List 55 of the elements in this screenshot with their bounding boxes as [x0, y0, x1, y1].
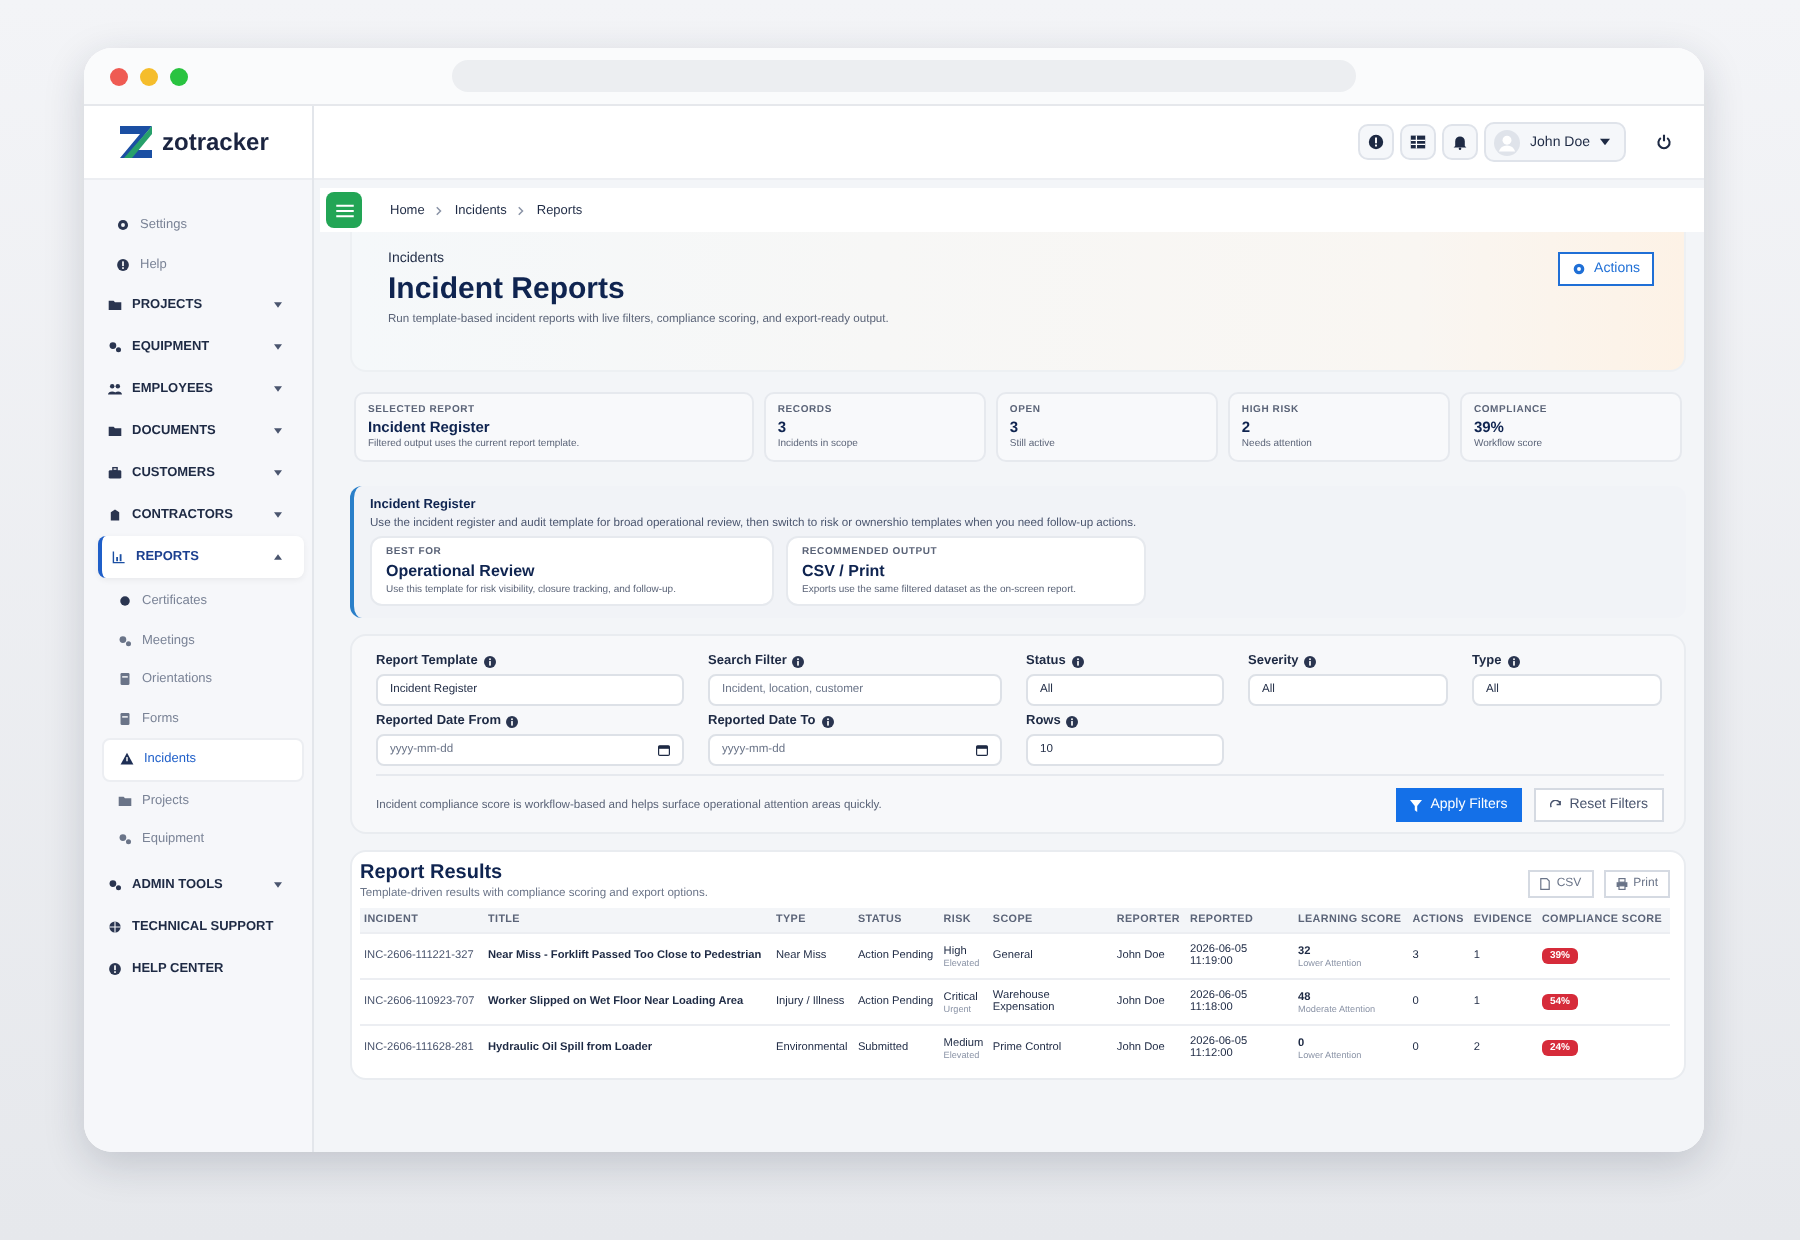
notifications-button[interactable] — [1442, 124, 1479, 160]
grid-button[interactable] — [1400, 124, 1437, 160]
caret-icon — [274, 302, 282, 308]
folder-icon — [108, 298, 122, 312]
warning-icon — [120, 752, 134, 767]
info-value: CSV / Print — [802, 562, 887, 580]
globe-icon — [108, 919, 122, 933]
calendar-icon — [658, 744, 670, 756]
page-title: Incident Reports — [388, 272, 627, 306]
avatar-icon — [1494, 129, 1521, 155]
close-dot-icon[interactable] — [110, 67, 128, 85]
caret-icon — [1600, 138, 1610, 146]
logo-icon — [118, 124, 154, 160]
folder-icon — [118, 793, 132, 808]
info-icon — [1071, 655, 1084, 667]
calendar-icon — [976, 744, 988, 756]
info-value: Operational Review — [386, 562, 537, 580]
info-icon — [792, 655, 805, 667]
info-icon — [1066, 715, 1079, 727]
chevron-icon — [436, 205, 443, 215]
file-icon — [1540, 878, 1551, 890]
doc-icon — [118, 672, 132, 687]
info-icon — [821, 715, 834, 727]
briefcase-icon — [108, 466, 122, 480]
menu-button[interactable] — [326, 192, 362, 228]
filter-icon — [1410, 799, 1423, 811]
info-icon — [506, 715, 519, 727]
caret-icon — [274, 386, 282, 392]
brand-name: zotracker — [162, 128, 269, 156]
power-button[interactable] — [1656, 134, 1672, 150]
refresh-icon — [1549, 799, 1562, 811]
results-title: Report Results — [360, 862, 505, 884]
chart-icon — [112, 550, 126, 564]
caret-icon — [274, 512, 282, 518]
caret-icon — [274, 428, 282, 434]
caret-icon — [274, 470, 282, 476]
power-icon — [1656, 134, 1672, 150]
caret-icon — [274, 344, 282, 350]
help-button[interactable] — [1358, 124, 1395, 160]
minimize-dot-icon[interactable] — [140, 67, 158, 85]
people-icon — [108, 382, 122, 396]
zoom-dot-icon[interactable] — [170, 67, 188, 85]
printer-icon — [1615, 878, 1628, 890]
menu-icon — [335, 203, 353, 217]
caret-icon — [274, 554, 282, 560]
caret-icon — [274, 881, 282, 887]
dot-icon — [118, 594, 132, 609]
chevron-icon — [518, 205, 525, 215]
info-icon — [1507, 655, 1520, 667]
doc-icon — [118, 711, 132, 726]
info-icon — [1304, 655, 1317, 667]
info-icon — [483, 655, 496, 667]
table-icon — [1410, 134, 1427, 150]
folder-icon — [108, 424, 122, 438]
bell-icon — [1452, 134, 1469, 150]
